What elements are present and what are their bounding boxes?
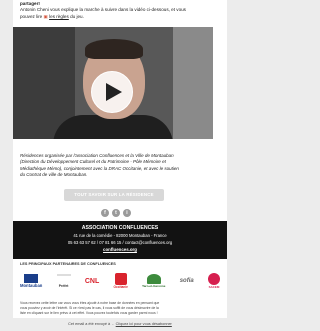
facebook-icon[interactable]: f [101, 209, 109, 217]
legal-line-3: liste en cliquant sur le lien prévu à ce… [20, 310, 158, 315]
video-person-hair [85, 39, 143, 59]
unsubscribe-link[interactable]: Cliquez ici pour vous désabonner [116, 322, 172, 326]
tarn-et-garonne-logo[interactable]: Tarn-et-Garonne [142, 274, 165, 288]
social-links: f t i [96, 209, 136, 219]
intro-line-3: pouvez lire ▣ les règles du jeu. [20, 14, 220, 20]
montauban-logo-label: Montauban [20, 283, 43, 288]
document-icon: ▣ [43, 13, 48, 19]
unsubscribe-footer: Cet email a été envoyé à - Cliquez ici p… [13, 318, 227, 331]
intro-line-3-suffix: du jeu. [70, 13, 84, 19]
play-button[interactable] [91, 71, 133, 113]
caption-line-4: du Contrat de ville de Montauban. [20, 172, 88, 178]
prefet-logo[interactable]: Préfet [56, 274, 71, 288]
intro-text: partager! Antonin Cheni vous explique la… [20, 1, 220, 20]
association-address: 41 rue de la comédie - 82000 Montauban -… [73, 233, 167, 238]
video-player[interactable] [13, 27, 213, 139]
residence-info-button[interactable]: TOUT SAVOIR SUR LA RÉSIDENCE [64, 189, 164, 201]
residence-caption: Résidences organisée par l'association C… [20, 153, 220, 179]
video-background-right [173, 27, 213, 139]
association-name: ASSOCIATION CONFLUENCES [81, 225, 159, 231]
association-footer: ASSOCIATION CONFLUENCES 41 rue de la com… [13, 221, 227, 259]
cnl-logo[interactable]: CNL [85, 278, 99, 285]
sacem-logo-label: SACEM [208, 285, 220, 289]
sacem-logo[interactable]: SACEM [207, 273, 220, 289]
occitanie-logo[interactable]: Occitanie [114, 273, 128, 289]
occitanie-logo-label: Occitanie [113, 285, 128, 289]
intro-line-3-prefix: pouvez lire [20, 13, 43, 19]
prefet-logo-label: Préfet [58, 284, 69, 288]
instagram-icon[interactable]: i [123, 209, 131, 217]
association-contacts: 05 63 63 57 62 / 07 81 66 15 / contact@c… [67, 240, 173, 245]
partners-title: LES PRINCIPAUX PARTENAIRES DE CONFLUENCE… [20, 262, 116, 266]
montauban-logo[interactable]: Montauban [20, 274, 42, 288]
footer-prefix: Cet email a été envoyé à [68, 322, 111, 326]
sofia-logo[interactable]: sofia [180, 278, 194, 284]
partner-logos: Montauban Préfet CNL Occitanie Tarn-et-G… [20, 270, 220, 292]
twitter-icon[interactable]: t [112, 209, 120, 217]
legal-notice: Vous recevez cette lettre car vous vous … [20, 301, 220, 315]
tarn-et-garonne-logo-label: Tarn-et-Garonne [142, 284, 166, 288]
rules-link[interactable]: les règles [49, 14, 69, 19]
play-icon [106, 83, 122, 101]
association-website-link[interactable]: confluences.org [13, 247, 227, 252]
